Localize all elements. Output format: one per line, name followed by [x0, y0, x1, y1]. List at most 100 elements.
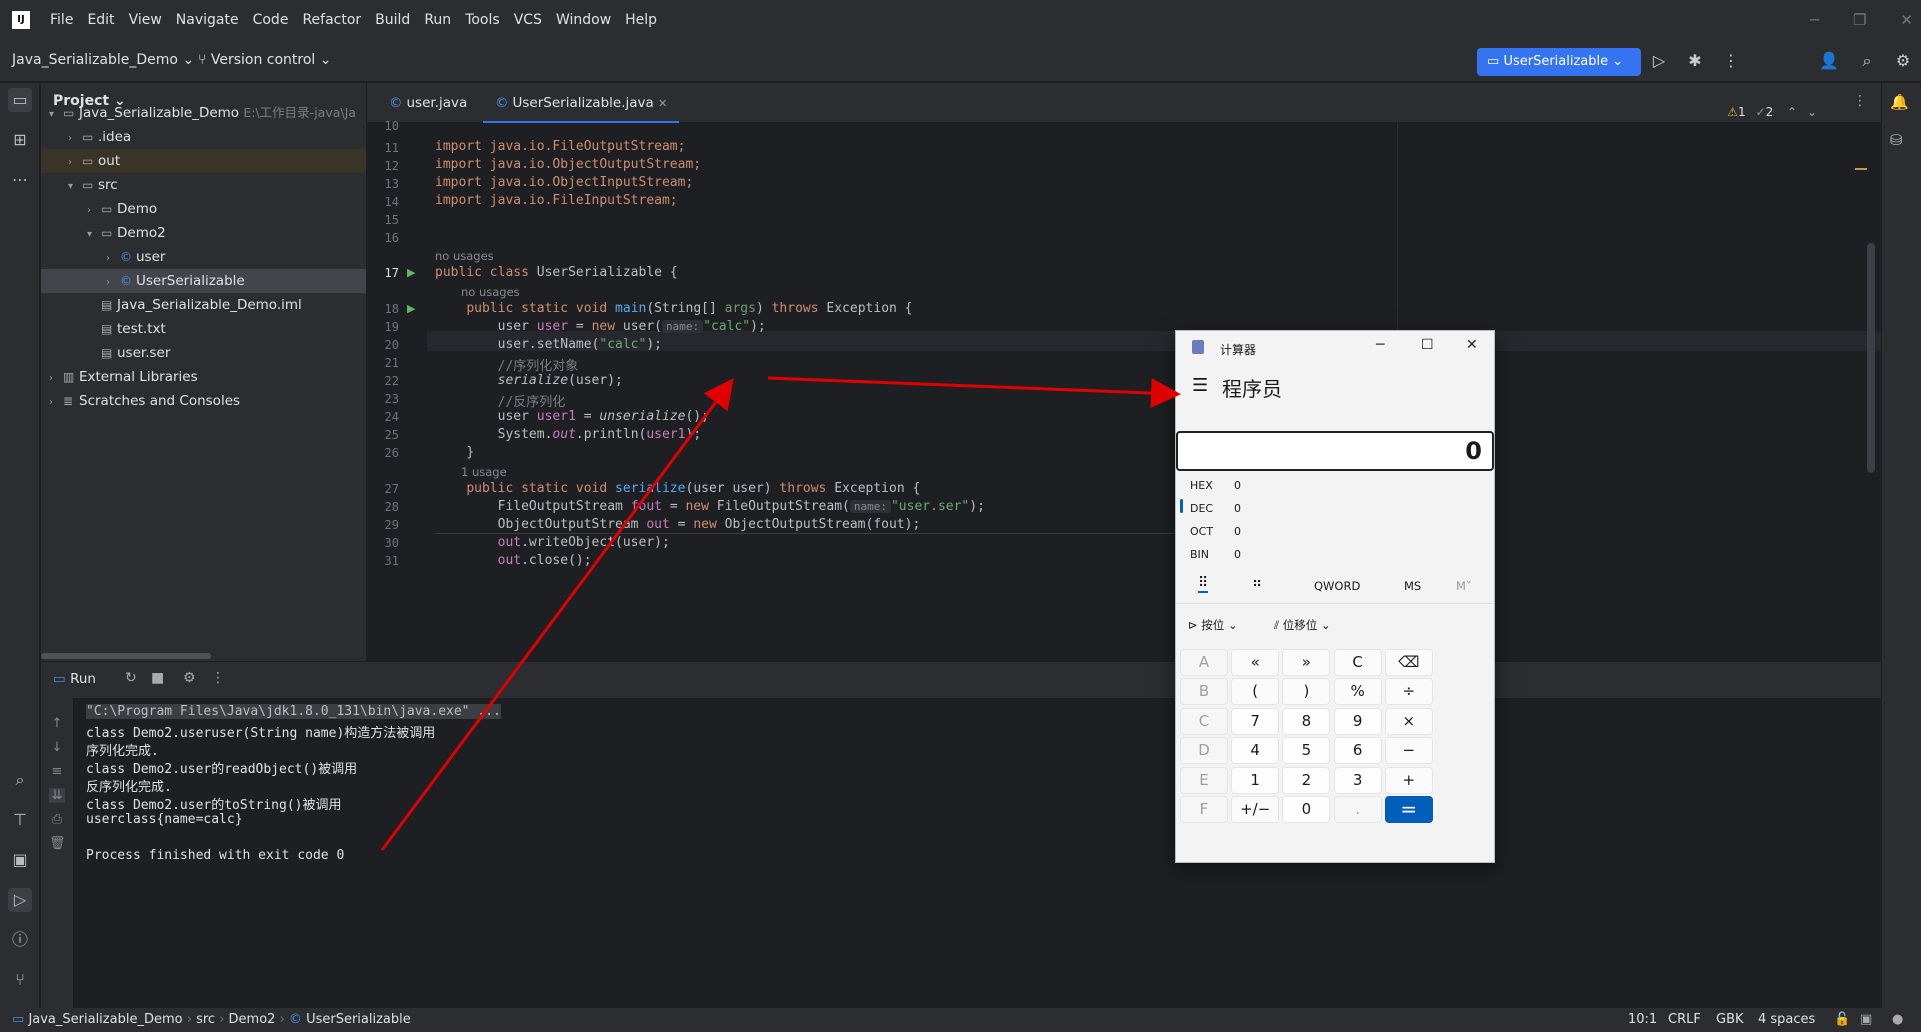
- code-line[interactable]: System.out.println(user1);: [435, 427, 702, 442]
- code-line[interactable]: }: [435, 445, 474, 460]
- tab-userserializable-java[interactable]: © UserSerializable.java ✕: [483, 83, 680, 123]
- tree-item[interactable]: › ▭ .idea: [41, 125, 366, 149]
- tree-item[interactable]: › ▭ Demo: [41, 197, 366, 221]
- code-line[interactable]: user user = new user(name: "calc");: [435, 319, 766, 334]
- inspection-widget[interactable]: ⚠1 ✓2 ⌃ ⌄: [1727, 105, 1817, 119]
- clear-button[interactable]: C: [1333, 649, 1382, 676]
- structure-icon[interactable]: ⊞: [8, 128, 32, 152]
- notifications-icon[interactable]: 🔔: [1890, 93, 1909, 111]
- file-encoding[interactable]: GBK: [1716, 1008, 1744, 1032]
- breadcrumb-item[interactable]: UserSerializable: [306, 1012, 411, 1027]
- menu-window[interactable]: Window: [556, 12, 611, 28]
- close-tab-icon[interactable]: ✕: [658, 97, 667, 110]
- hex-digit-a-button[interactable]: A: [1180, 649, 1228, 676]
- negate-button[interactable]: +/−: [1231, 796, 1280, 823]
- lock-icon[interactable]: 🔓: [1834, 1008, 1850, 1032]
- project-folder-icon[interactable]: ▭: [8, 88, 32, 112]
- menu-build[interactable]: Build: [375, 12, 410, 28]
- code-line[interactable]: import java.io.ObjectInputStream;: [435, 175, 693, 190]
- decimal-button[interactable]: .: [1333, 796, 1382, 823]
- bitshift-dropdown[interactable]: ⫽ 位移位 ⌄: [1274, 617, 1331, 633]
- version-control-selector[interactable]: ⑂ Version control ⌄: [198, 52, 332, 68]
- tree-item[interactable]: › © user: [41, 245, 366, 269]
- run-gutter-icon[interactable]: ▶: [407, 266, 415, 279]
- horizontal-scrollbar[interactable]: [41, 653, 211, 659]
- code-line[interactable]: import java.io.FileInputStream;: [435, 193, 678, 208]
- base-hex[interactable]: HEX 0: [1190, 479, 1241, 492]
- line-separator[interactable]: CRLF: [1668, 1008, 1701, 1032]
- add-user-icon[interactable]: 👤: [1818, 50, 1840, 72]
- tree-item[interactable]: › © UserSerializable: [41, 269, 366, 293]
- print-icon[interactable]: ⎙: [49, 812, 65, 827]
- tree-item[interactable]: ▾ ▭ src: [41, 173, 366, 197]
- chevron-right-icon[interactable]: ›: [106, 247, 120, 271]
- code-line[interactable]: import java.io.ObjectOutputStream;: [435, 157, 701, 172]
- code-line[interactable]: import java.io.FileOutputStream;: [435, 139, 685, 154]
- rerun-icon[interactable]: ↻: [125, 670, 137, 686]
- base-bin[interactable]: BIN 0: [1190, 548, 1241, 561]
- digit-2-button[interactable]: 2: [1282, 766, 1331, 794]
- chevron-right-icon[interactable]: ›: [68, 127, 82, 151]
- code-line[interactable]: public class UserSerializable {: [435, 265, 678, 280]
- tree-item[interactable]: ▾ ▭ Demo2: [41, 221, 366, 245]
- memory-dropdown-button[interactable]: M˅: [1456, 579, 1472, 593]
- scroll-to-end-icon[interactable]: ⇊: [49, 788, 65, 803]
- chevron-up-icon[interactable]: ⌃: [1787, 105, 1797, 119]
- tree-item[interactable]: ▤ user.ser: [41, 341, 366, 365]
- digit-8-button[interactable]: 8: [1282, 707, 1331, 735]
- build-hammer-icon[interactable]: ⊤: [8, 808, 32, 832]
- breadcrumb-item[interactable]: src: [196, 1012, 215, 1027]
- usage-hint[interactable]: no usages: [461, 285, 520, 299]
- chevron-down-icon[interactable]: ▾: [68, 175, 82, 199]
- chevron-right-icon[interactable]: ›: [87, 199, 101, 223]
- code-line[interactable]: out.writeObject(user);: [435, 535, 670, 550]
- console-line[interactable]: "C:\Program Files\Java\jdk1.8.0_131\bin\…: [86, 704, 501, 719]
- run-icon[interactable]: ▷: [1648, 50, 1670, 72]
- shift-left-button[interactable]: «: [1231, 649, 1280, 676]
- hamburger-menu-icon[interactable]: ☰: [1192, 375, 1208, 396]
- close-icon[interactable]: ✕: [1900, 11, 1913, 29]
- tab-options-icon[interactable]: ⋮: [1853, 93, 1867, 109]
- menu-run[interactable]: Run: [424, 12, 451, 28]
- digit-0-button[interactable]: 0: [1282, 796, 1331, 823]
- project-selector[interactable]: Java_Serializable_Demo ⌄: [12, 52, 194, 68]
- chevron-right-icon[interactable]: ›: [49, 367, 63, 391]
- tree-item[interactable]: › ▭ out: [41, 149, 366, 173]
- close-paren-button[interactable]: ): [1282, 678, 1331, 706]
- hex-digit-e-button[interactable]: E: [1180, 766, 1228, 794]
- open-paren-button[interactable]: (: [1231, 678, 1280, 706]
- tree-item[interactable]: ▤ test.txt: [41, 317, 366, 341]
- editor-scrollbar[interactable]: [1867, 243, 1875, 473]
- settings-icon[interactable]: ⚙: [183, 670, 196, 686]
- digit-7-button[interactable]: 7: [1231, 707, 1280, 735]
- chevron-right-icon[interactable]: ›: [106, 271, 120, 295]
- tab-user-java[interactable]: © user.java: [377, 83, 479, 123]
- menu-file[interactable]: File: [50, 12, 73, 28]
- menu-navigate[interactable]: Navigate: [176, 12, 239, 28]
- tree-item[interactable]: › ▥ External Libraries: [41, 365, 366, 389]
- digit-1-button[interactable]: 1: [1231, 766, 1280, 794]
- digit-3-button[interactable]: 3: [1333, 766, 1382, 794]
- tree-item[interactable]: ▤ Java_Serializable_Demo.iml: [41, 293, 366, 317]
- problems-icon[interactable]: ⓘ: [8, 928, 32, 952]
- find-icon[interactable]: ⌕: [8, 768, 32, 792]
- chevron-down-icon[interactable]: ⌄: [1807, 105, 1817, 119]
- tree-item[interactable]: › ≣ Scratches and Consoles: [41, 389, 366, 413]
- breadcrumb-item[interactable]: Demo2: [229, 1012, 276, 1027]
- menu-view[interactable]: View: [129, 12, 162, 28]
- menu-tools[interactable]: Tools: [465, 12, 500, 28]
- trash-icon[interactable]: 🗑: [49, 836, 66, 851]
- code-line[interactable]: public static void serialize(user user) …: [435, 481, 920, 496]
- terminal-icon[interactable]: ▣: [8, 848, 32, 872]
- run-gutter-icon[interactable]: ▶: [407, 302, 415, 315]
- hex-digit-f-button[interactable]: F: [1180, 796, 1228, 823]
- code-line[interactable]: user.setName("calc");: [435, 337, 662, 352]
- divide-button[interactable]: ÷: [1384, 678, 1433, 706]
- bitwise-dropdown[interactable]: ⊳ 按位 ⌄: [1188, 617, 1238, 633]
- arrow-up-icon[interactable]: ↑: [49, 716, 65, 731]
- hex-digit-c-button[interactable]: C: [1180, 707, 1228, 735]
- full-keypad-icon[interactable]: ⠿: [1198, 575, 1209, 593]
- menu-code[interactable]: Code: [253, 12, 289, 28]
- code-line[interactable]: out.close();: [435, 553, 592, 568]
- menu-help[interactable]: Help: [625, 12, 657, 28]
